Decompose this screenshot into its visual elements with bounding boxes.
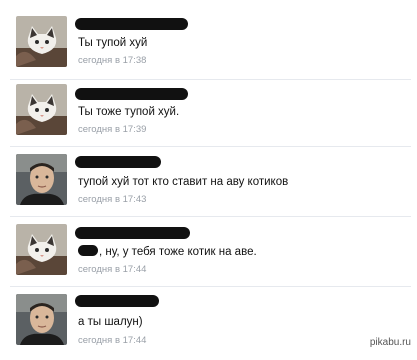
redacted-sender-name [75,88,188,100]
cat-icon [16,16,67,67]
message-4: , ну, у тебя тоже котик на аве. сегодня … [0,222,417,290]
message-timestamp[interactable]: сегодня в 17:38 [78,55,146,66]
man-avatar[interactable] [16,154,67,205]
message-timestamp[interactable]: сегодня в 17:39 [78,124,146,135]
message-timestamp[interactable]: сегодня в 17:44 [78,335,146,346]
message-text: , ну, у тебя тоже котик на аве. [78,245,257,258]
message-1: Ты тупой хуй сегодня в 17:38 [0,14,417,82]
redacted-mention [78,245,98,256]
message-timestamp[interactable]: сегодня в 17:43 [78,194,146,205]
redacted-sender-name [75,295,159,307]
divider [10,286,411,287]
watermark: pikabu.ru [369,337,411,348]
cat-avatar[interactable] [16,84,67,135]
cat-avatar[interactable] [16,16,67,67]
man-photo-icon [16,294,67,345]
redacted-sender-name [75,18,188,30]
message-text: а ты шалун) [78,316,143,328]
message-timestamp[interactable]: сегодня в 17:44 [78,264,146,275]
divider [10,79,411,80]
message-text: тупой хуй тот кто ставит на аву котиков [78,176,289,188]
message-5: а ты шалун) сегодня в 17:44 [0,292,417,360]
man-photo-icon [16,154,67,205]
divider [10,216,411,217]
redacted-sender-name [75,156,161,168]
message-text-content: , ну, у тебя тоже котик на аве. [99,246,257,258]
cat-avatar[interactable] [16,224,67,275]
message-text: Ты тупой хуй [78,37,148,49]
redacted-sender-name [75,227,190,239]
cat-icon [16,224,67,275]
divider [10,146,411,147]
cat-icon [16,84,67,135]
message-3: тупой хуй тот кто ставит на аву котиков … [0,152,417,220]
message-text: Ты тоже тупой хуй. [78,106,180,118]
man-avatar[interactable] [16,294,67,345]
message-2: Ты тоже тупой хуй. сегодня в 17:39 [0,82,417,150]
